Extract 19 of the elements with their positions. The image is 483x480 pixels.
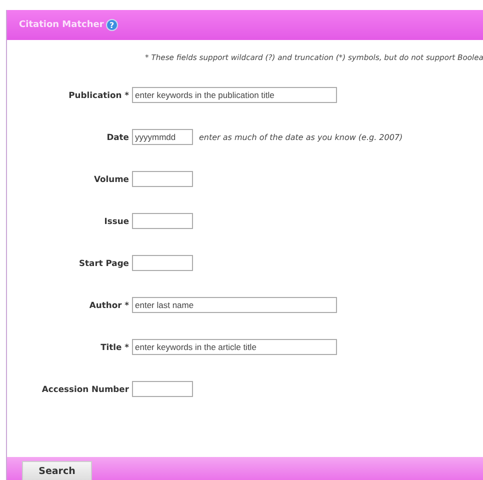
field-label: Date bbox=[106, 132, 130, 142]
field-label: Author * bbox=[88, 300, 130, 310]
field-label: Start Page bbox=[78, 258, 130, 268]
field-label: Issue bbox=[103, 216, 130, 226]
field-label: Accession Number bbox=[40, 384, 130, 394]
field-label: Title * bbox=[100, 342, 130, 352]
field-label: Volume bbox=[92, 174, 130, 184]
search-button[interactable]: Search bbox=[22, 461, 92, 480]
field-label: Publication * bbox=[68, 90, 130, 100]
input-field[interactable] bbox=[132, 171, 193, 187]
input-field[interactable] bbox=[132, 255, 193, 271]
input-field[interactable]: enter last name bbox=[132, 297, 337, 313]
input-field[interactable] bbox=[132, 381, 193, 397]
input-field[interactable]: enter keywords in the publication title bbox=[132, 87, 337, 103]
panel-title: Citation Matcher bbox=[19, 20, 104, 30]
input-field[interactable]: yyyymmdd bbox=[132, 129, 193, 145]
field-hint: enter as much of the date as you know (e.g. 2007) bbox=[199, 132, 403, 142]
input-field[interactable]: enter keywords in the article title bbox=[132, 339, 337, 355]
input-field[interactable] bbox=[132, 213, 193, 229]
